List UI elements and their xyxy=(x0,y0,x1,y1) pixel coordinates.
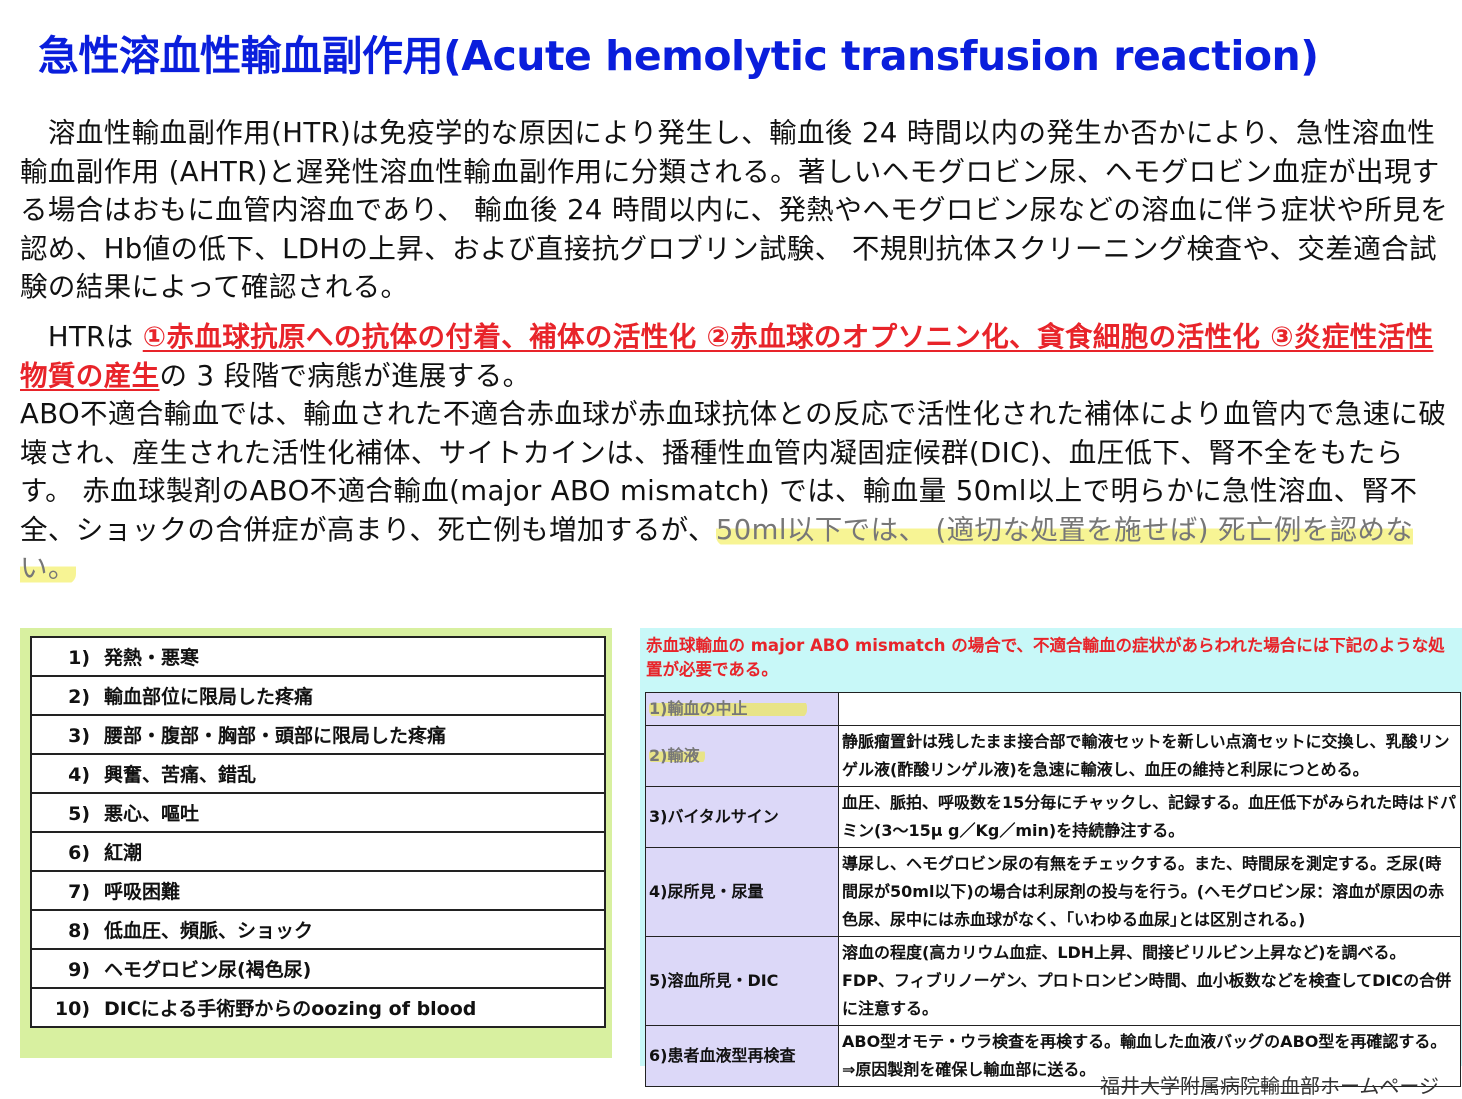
symptom-number: 6) xyxy=(68,842,90,864)
symptom-number: 5) xyxy=(68,803,90,825)
symptom-cell: 2) 輸血部位に限局した疼痛 xyxy=(30,675,606,716)
symptom-number: 10) xyxy=(54,998,90,1020)
pathophysiology-paragraph: HTRは ①赤血球抗原への抗体の付着、補体の活性化 ②赤血球のオプソニン化、貪食… xyxy=(20,318,1450,588)
symptom-text: 腰部・腹部・胸部・頭部に限局した疼痛 xyxy=(104,725,447,747)
treatment-panel: 赤血球輸血の major ABO mismatch の場合で、不適合輸血の症状が… xyxy=(640,628,1462,1087)
symptom-row: 2) 輸血部位に限局した疼痛 xyxy=(30,675,606,716)
treatment-detail xyxy=(838,692,1461,726)
symptom-text: 発熱・悪寒 xyxy=(104,647,200,669)
treatment-row: 1)輸血の中止 xyxy=(645,692,1461,726)
page-title: 急性溶血性輸血副作用(Acute hemolytic transfusion r… xyxy=(38,32,1319,80)
symptom-text: 輸血部位に限局した疼痛 xyxy=(104,686,314,708)
treatment-label-text: 3)バイタルサイン xyxy=(649,807,779,826)
htr-stages-tail: の 3 段階で病態が進展する。 xyxy=(159,359,531,392)
symptom-number: 4) xyxy=(68,764,90,786)
treatment-label-text: 4)尿所見・尿量 xyxy=(649,882,764,901)
symptom-number: 2) xyxy=(68,686,90,708)
treatment-row: 2)輸液 静脈瘤置針は残したまま接合部で輸液セットを新しい点滴セットに交換し、乳酸… xyxy=(645,725,1461,787)
symptom-number: 3) xyxy=(68,725,90,747)
treatment-detail: 静脈瘤置針は残したまま接合部で輸液セットを新しい点滴セットに交換し、乳酸リンゲル… xyxy=(838,725,1461,787)
symptom-row: 3) 腰部・腹部・胸部・頭部に限局した疼痛 xyxy=(30,714,606,755)
symptom-cell: 8) 低血圧、頻脈、ショック xyxy=(30,909,606,950)
symptom-number: 8) xyxy=(68,920,90,942)
treatment-detail: 溶血の程度(高カリウム血症、LDH上昇、間接ビリルビン上昇など)を調べる。FDP… xyxy=(838,936,1461,1026)
intro-paragraph: 溶血性輸血副作用(HTR)は免疫学的な原因により発生し、輸血後 24 時間以内の… xyxy=(20,114,1450,307)
htr-lead: HTRは xyxy=(47,321,143,353)
treatment-row: 4)尿所見・尿量 導尿し、ヘモグロビン尿の有無をチェックする。また、時間尿を測定す… xyxy=(645,847,1461,937)
treatment-label: 6)患者血液型再検査 xyxy=(645,1025,839,1087)
symptom-cell: 5) 悪心、嘔吐 xyxy=(30,792,606,833)
symptom-cell: 7) 呼吸困難 xyxy=(30,870,606,911)
intro-text: 溶血性輸血副作用(HTR)は免疫学的な原因により発生し、輸血後 24 時間以内の… xyxy=(20,117,1449,303)
treatment-detail: 血圧、脈拍、呼吸数を15分毎にチャックし、記録する。血圧低下がみられた時はドパミ… xyxy=(838,786,1461,848)
treatment-label-text: 2)輸液 xyxy=(649,746,706,765)
symptom-row: 10) DICによる手術野からのoozing of blood xyxy=(30,987,606,1028)
treatment-label: 5)溶血所見・DIC xyxy=(645,936,839,1026)
symptom-cell: 9) ヘモグロビン尿(褐色尿) xyxy=(30,948,606,989)
symptom-number: 9) xyxy=(68,959,90,981)
symptom-cell: 3) 腰部・腹部・胸部・頭部に限局した疼痛 xyxy=(30,714,606,755)
treatment-label: 3)バイタルサイン xyxy=(645,786,839,848)
symptom-cell: 1) 発熱・悪寒 xyxy=(30,636,606,677)
symptom-row: 6) 紅潮 xyxy=(30,831,606,872)
symptom-cell: 6) 紅潮 xyxy=(30,831,606,872)
symptom-row: 4) 興奮、苦痛、錯乱 xyxy=(30,753,606,794)
treatment-label: 1)輸血の中止 xyxy=(645,692,839,726)
treatment-row: 3)バイタルサイン 血圧、脈拍、呼吸数を15分毎にチャックし、記録する。血圧低下が… xyxy=(645,786,1461,848)
symptom-number: 7) xyxy=(68,881,90,903)
symptom-cell: 10) DICによる手術野からのoozing of blood xyxy=(30,987,606,1028)
symptom-row: 7) 呼吸困難 xyxy=(30,870,606,911)
treatment-label-text: 5)溶血所見・DIC xyxy=(649,971,779,990)
treatment-detail: 導尿し、ヘモグロビン尿の有無をチェックする。また、時間尿を測定する。乏尿(時間尿… xyxy=(838,847,1461,937)
treatment-note: 赤血球輸血の major ABO mismatch の場合で、不適合輸血の症状が… xyxy=(646,636,1445,679)
symptom-cell: 4) 興奮、苦痛、錯乱 xyxy=(30,753,606,794)
treatment-label: 2)輸液 xyxy=(645,725,839,787)
symptom-row: 9) ヘモグロビン尿(褐色尿) xyxy=(30,948,606,989)
symptom-text: ヘモグロビン尿(褐色尿) xyxy=(104,959,312,981)
treatment-label: 4)尿所見・尿量 xyxy=(645,847,839,937)
symptom-text: 紅潮 xyxy=(104,842,143,864)
symptom-row: 8) 低血圧、頻脈、ショック xyxy=(30,909,606,950)
symptom-text: 低血圧、頻脈、ショック xyxy=(104,920,314,942)
symptom-row: 5) 悪心、嘔吐 xyxy=(30,792,606,833)
treatment-row: 5)溶血所見・DIC 溶血の程度(高カリウム血症、LDH上昇、間接ビリルビン上昇な… xyxy=(645,936,1461,1026)
symptom-number: 1) xyxy=(68,647,90,669)
symptom-list-panel: 1) 発熱・悪寒 2) 輸血部位に限局した疼痛 3) 腰部・腹部・胸部・頭部に限局した疼痛… xyxy=(20,628,612,1058)
symptom-text: DICによる手術野からのoozing of blood xyxy=(104,998,477,1020)
treatment-label-text: 6)患者血液型再検査 xyxy=(649,1046,796,1065)
symptom-text: 興奮、苦痛、錯乱 xyxy=(104,764,257,786)
symptom-text: 呼吸困難 xyxy=(104,881,181,903)
treatment-label-text: 1)輸血の中止 xyxy=(649,699,808,718)
symptom-row: 1) 発熱・悪寒 xyxy=(30,636,606,677)
symptom-table: 1) 発熱・悪寒 2) 輸血部位に限局した疼痛 3) 腰部・腹部・胸部・頭部に限局した疼痛… xyxy=(30,636,606,1028)
treatment-table: 1)輸血の中止 2)輸液 静脈瘤置針は残したまま接合部で輸液セットを新しい点滴セット… xyxy=(645,692,1461,1087)
symptom-text: 悪心、嘔吐 xyxy=(104,803,200,825)
source-footer: 福井大学附属病院輸血部ホームページ xyxy=(1100,1074,1439,1098)
